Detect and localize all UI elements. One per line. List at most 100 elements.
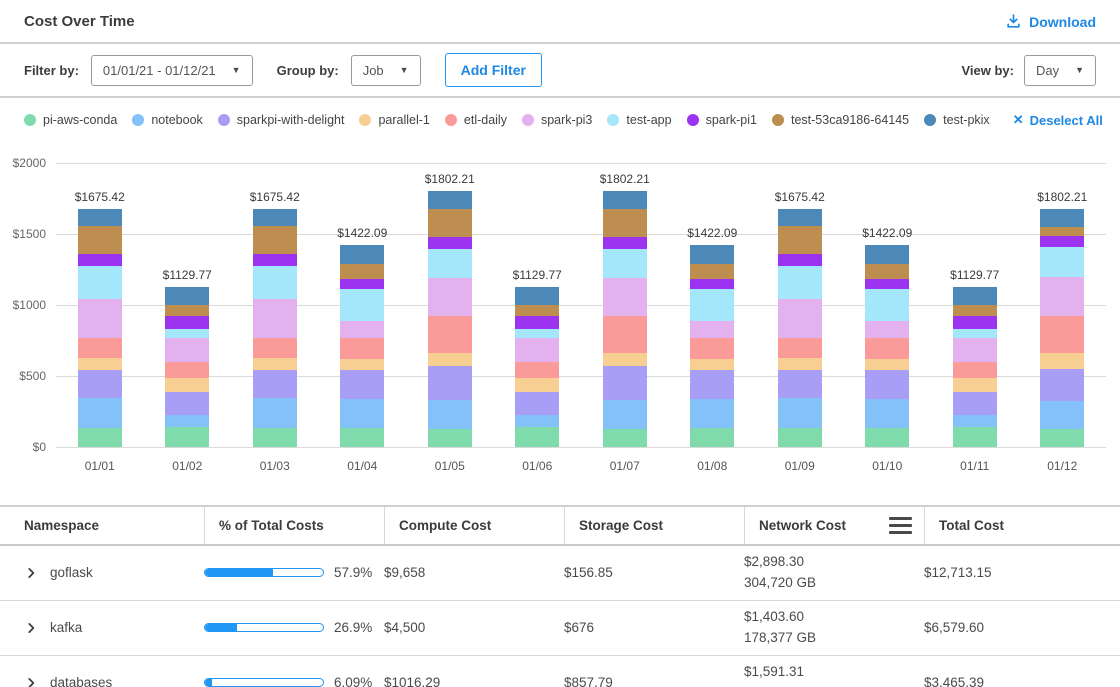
segment-spark-pi3[interactable]	[1040, 277, 1084, 315]
date-range-dropdown[interactable]: 01/01/21 - 01/12/21 ▼	[91, 55, 253, 86]
segment-pi-aws-conda[interactable]	[253, 428, 297, 447]
segment-spark-pi1[interactable]	[428, 237, 472, 249]
stacked-bar[interactable]	[428, 191, 472, 447]
segment-test-pkix[interactable]	[603, 191, 647, 209]
segment-notebook[interactable]	[428, 400, 472, 429]
segment-sparkpi-with-delight[interactable]	[165, 392, 209, 415]
segment-test-pkix[interactable]	[778, 209, 822, 226]
segment-test-app[interactable]	[78, 266, 122, 300]
segment-test-pkix[interactable]	[340, 245, 384, 264]
legend-item-test-app[interactable]: test-app	[607, 113, 671, 127]
segment-test-app[interactable]	[1040, 247, 1084, 277]
segment-test-pkix[interactable]	[253, 209, 297, 226]
legend-item-sparkpi-with-delight[interactable]: sparkpi-with-delight	[218, 113, 345, 127]
segment-test-pkix[interactable]	[1040, 209, 1084, 227]
column-menu-icon[interactable]	[889, 517, 912, 534]
segment-test-53ca9186-64145[interactable]	[515, 305, 559, 316]
segment-test-53ca9186-64145[interactable]	[428, 209, 472, 237]
segment-spark-pi1[interactable]	[78, 254, 122, 266]
segment-parallel-1[interactable]	[1040, 353, 1084, 369]
segment-etl-daily[interactable]	[340, 338, 384, 360]
segment-notebook[interactable]	[253, 398, 297, 428]
segment-test-pkix[interactable]	[953, 287, 997, 306]
segment-etl-daily[interactable]	[1040, 316, 1084, 353]
segment-parallel-1[interactable]	[428, 353, 472, 366]
segment-etl-daily[interactable]	[428, 316, 472, 353]
segment-test-53ca9186-64145[interactable]	[253, 226, 297, 254]
deselect-all-button[interactable]: ✕Deselect All	[1013, 112, 1103, 128]
segment-notebook[interactable]	[778, 398, 822, 428]
segment-spark-pi1[interactable]	[953, 316, 997, 329]
segment-test-53ca9186-64145[interactable]	[340, 264, 384, 279]
segment-test-pkix[interactable]	[515, 287, 559, 306]
segment-pi-aws-conda[interactable]	[165, 427, 209, 447]
legend-item-notebook[interactable]: notebook	[132, 113, 202, 127]
segment-pi-aws-conda[interactable]	[865, 428, 909, 447]
stacked-bar[interactable]	[1040, 209, 1084, 447]
segment-spark-pi3[interactable]	[78, 299, 122, 338]
segment-etl-daily[interactable]	[778, 338, 822, 358]
segment-etl-daily[interactable]	[78, 338, 122, 358]
segment-sparkpi-with-delight[interactable]	[340, 370, 384, 399]
segment-spark-pi3[interactable]	[690, 321, 734, 337]
segment-spark-pi3[interactable]	[953, 338, 997, 361]
segment-sparkpi-with-delight[interactable]	[253, 370, 297, 398]
segment-sparkpi-with-delight[interactable]	[1040, 369, 1084, 401]
segment-sparkpi-with-delight[interactable]	[865, 370, 909, 399]
segment-test-pkix[interactable]	[165, 287, 209, 306]
segment-sparkpi-with-delight[interactable]	[78, 370, 122, 398]
segment-etl-daily[interactable]	[953, 362, 997, 378]
stacked-bar[interactable]	[340, 245, 384, 447]
segment-test-app[interactable]	[340, 289, 384, 321]
segment-spark-pi1[interactable]	[690, 279, 734, 289]
segment-test-53ca9186-64145[interactable]	[78, 226, 122, 254]
segment-notebook[interactable]	[78, 398, 122, 428]
segment-test-pkix[interactable]	[865, 245, 909, 264]
segment-etl-daily[interactable]	[165, 362, 209, 378]
view-by-dropdown[interactable]: Day ▼	[1024, 55, 1096, 86]
segment-spark-pi1[interactable]	[253, 254, 297, 266]
legend-item-test-pkix[interactable]: test-pkix	[924, 113, 990, 127]
segment-parallel-1[interactable]	[253, 358, 297, 370]
segment-parallel-1[interactable]	[340, 359, 384, 369]
segment-test-app[interactable]	[165, 329, 209, 338]
segment-test-pkix[interactable]	[78, 209, 122, 226]
segment-sparkpi-with-delight[interactable]	[428, 366, 472, 400]
segment-etl-daily[interactable]	[603, 316, 647, 353]
segment-spark-pi3[interactable]	[165, 338, 209, 361]
segment-sparkpi-with-delight[interactable]	[603, 366, 647, 400]
segment-test-53ca9186-64145[interactable]	[953, 305, 997, 316]
segment-spark-pi3[interactable]	[865, 321, 909, 337]
add-filter-button[interactable]: Add Filter	[445, 53, 542, 87]
segment-parallel-1[interactable]	[953, 378, 997, 392]
segment-test-53ca9186-64145[interactable]	[865, 264, 909, 279]
segment-spark-pi1[interactable]	[515, 316, 559, 329]
segment-spark-pi3[interactable]	[253, 299, 297, 338]
segment-test-53ca9186-64145[interactable]	[603, 209, 647, 237]
segment-sparkpi-with-delight[interactable]	[778, 370, 822, 398]
segment-test-pkix[interactable]	[428, 191, 472, 209]
segment-parallel-1[interactable]	[165, 378, 209, 392]
segment-spark-pi1[interactable]	[778, 254, 822, 266]
stacked-bar[interactable]	[165, 287, 209, 447]
segment-test-app[interactable]	[603, 249, 647, 278]
segment-spark-pi1[interactable]	[1040, 236, 1084, 247]
segment-pi-aws-conda[interactable]	[778, 428, 822, 447]
segment-notebook[interactable]	[603, 400, 647, 429]
segment-parallel-1[interactable]	[603, 353, 647, 366]
segment-etl-daily[interactable]	[253, 338, 297, 358]
segment-parallel-1[interactable]	[78, 358, 122, 370]
segment-parallel-1[interactable]	[690, 359, 734, 369]
segment-notebook[interactable]	[690, 399, 734, 429]
legend-item-spark-pi3[interactable]: spark-pi3	[522, 113, 592, 127]
segment-spark-pi1[interactable]	[340, 279, 384, 289]
legend-item-pi-aws-conda[interactable]: pi-aws-conda	[24, 113, 117, 127]
segment-test-app[interactable]	[690, 289, 734, 321]
group-by-dropdown[interactable]: Job ▼	[351, 55, 421, 86]
segment-test-app[interactable]	[778, 266, 822, 300]
segment-test-53ca9186-64145[interactable]	[778, 226, 822, 254]
segment-spark-pi1[interactable]	[165, 316, 209, 329]
segment-test-pkix[interactable]	[690, 245, 734, 264]
segment-notebook[interactable]	[515, 415, 559, 427]
segment-pi-aws-conda[interactable]	[603, 429, 647, 447]
